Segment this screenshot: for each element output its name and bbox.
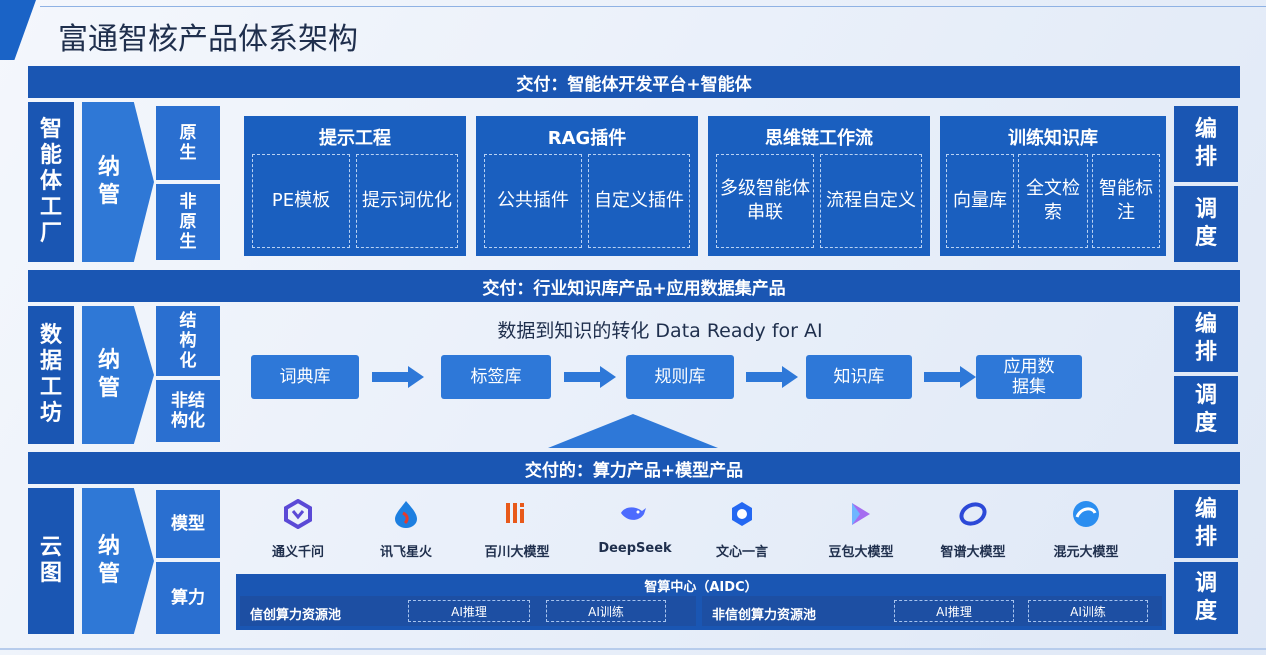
tag-ai-training: AI训练 [1028, 600, 1148, 622]
flow-knowledge-lib: 知识库 [806, 355, 912, 399]
panel-title: 训练知识库 [1008, 128, 1098, 149]
model-label: 混元大模型 [1053, 545, 1119, 560]
flow-arrow-icon [372, 366, 424, 388]
cell-fulltext: 全文检索 [1018, 154, 1088, 248]
flow-headline: 数据到知识的转化 Data Ready for AI [497, 320, 823, 342]
cell-custom-plugin: 自定义插件 [588, 154, 690, 248]
flow-tag-lib: 标签库 [441, 355, 551, 399]
flow-dictionary: 词典库 [251, 355, 359, 399]
hunyuan-logo-icon [1073, 501, 1099, 527]
cell-multi-agent: 多级智能体串联 [716, 154, 814, 248]
flow-arrow-icon [564, 366, 616, 388]
tag-ai-inference: AI推理 [894, 600, 1014, 622]
flow-rule-lib: 规则库 [626, 355, 734, 399]
sub-compute: 算力 [156, 562, 220, 634]
tag-ai-training: AI训练 [546, 600, 666, 622]
sub-non-native: 非原生 [156, 184, 220, 260]
wenxin-logo-icon [732, 502, 752, 526]
model-label: 智谱大模型 [940, 545, 1006, 560]
layer-label-cloud: 云图 [28, 488, 74, 634]
cell-public-plugin: 公共插件 [484, 154, 582, 248]
delivery-band-agent: 交付：智能体开发平台+智能体 [28, 66, 1240, 98]
up-arrow-icon [548, 414, 718, 448]
delivery-band-cloud: 交付的：算力产品+模型产品 [28, 452, 1240, 484]
flow-app-dataset: 应用数据集 [976, 355, 1082, 399]
cell-flow-custom: 流程自定义 [820, 154, 922, 248]
aidc-title: 智算中心（AIDC） [644, 580, 758, 595]
right-label-orchestrate: 编排 [1174, 306, 1238, 372]
aidc-container: 智算中心（AIDC） 信创算力资源池 AI推理 AI训练 非信创算力资源池 AI… [236, 574, 1166, 630]
doubao-logo-icon [852, 503, 870, 525]
pool-non-xinchuang: 非信创算力资源池 AI推理 AI训练 [702, 596, 1162, 626]
sub-native: 原生 [156, 106, 220, 180]
panel-rag-plugin: RAG插件 公共插件 自定义插件 [476, 116, 698, 256]
cell-smart-label: 智能标注 [1092, 154, 1160, 248]
cell-vector-db: 向量库 [946, 154, 1014, 248]
layer-label-agent-factory: 智能体工厂 [28, 102, 74, 262]
pool-label: 非信创算力资源池 [712, 608, 817, 623]
deepseek-logo-icon [621, 507, 646, 520]
qwen-logo-icon [284, 499, 312, 529]
cell-pe-template: PE模板 [252, 154, 350, 248]
panel-training-kb: 训练知识库 向量库 全文检索 智能标注 [940, 116, 1166, 256]
bottom-divider [0, 648, 1266, 650]
right-label-schedule: 调度 [1174, 186, 1238, 262]
page-title: 富通智核产品体系架构 [58, 22, 358, 57]
pool-label: 信创算力资源池 [250, 608, 342, 623]
model-label: 百川大模型 [484, 545, 550, 560]
tag-ai-inference: AI推理 [408, 600, 530, 622]
pool-xinchuang: 信创算力资源池 AI推理 AI训练 [240, 596, 696, 626]
panel-title: RAG插件 [547, 128, 627, 149]
sub-structured: 结构化 [156, 306, 220, 376]
right-label-orchestrate: 编排 [1174, 106, 1238, 182]
model-label: 豆包大模型 [828, 545, 894, 560]
flow-arrow-icon [746, 366, 798, 388]
right-label-orchestrate: 编排 [1174, 490, 1238, 558]
model-label: 文心一言 [715, 545, 768, 560]
baichuan-logo-icon [506, 503, 524, 523]
panel-cot-workflow: 思维链工作流 多级智能体串联 流程自定义 [708, 116, 930, 256]
delivery-band-data: 交付：行业知识库产品+应用数据集产品 [28, 270, 1240, 302]
panel-title: 提示工程 [319, 128, 391, 149]
zhipu-logo-icon [959, 502, 987, 526]
sub-model: 模型 [156, 490, 220, 558]
top-divider [40, 6, 1266, 7]
model-label: DeepSeek [598, 541, 672, 556]
model-label: 讯飞星火 [379, 545, 432, 560]
model-label: 通义千问 [271, 545, 324, 560]
layer-label-data-workshop: 数据工坊 [28, 306, 74, 444]
sub-unstructured: 非结构化 [156, 380, 220, 442]
panel-title: 思维链工作流 [765, 128, 873, 149]
cell-prompt-optimize: 提示词优化 [356, 154, 458, 248]
right-label-schedule: 调度 [1174, 376, 1238, 444]
xunfei-logo-icon [395, 501, 417, 528]
flow-arrow-icon [924, 366, 976, 388]
panel-prompt-engineering: 提示工程 PE模板 提示词优化 [244, 116, 466, 256]
right-label-schedule: 调度 [1174, 562, 1238, 634]
